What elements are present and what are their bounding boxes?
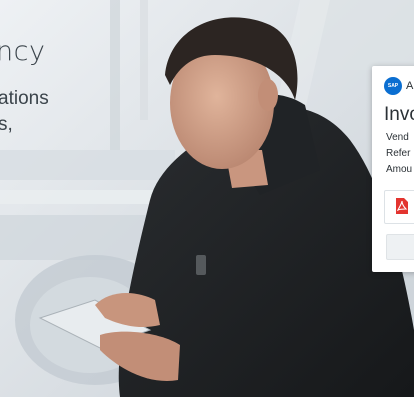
reference-label: Refer — [386, 148, 411, 159]
hero-subline-line-2: s, — [0, 114, 13, 135]
attachment-tile[interactable] — [384, 190, 414, 224]
vendor-label: Vend — [386, 132, 409, 143]
card-header: SAP A — [384, 77, 413, 95]
hero-photo — [0, 0, 414, 397]
hero-subline: ations s, — [0, 86, 49, 138]
card-title: Invo — [384, 104, 414, 125]
sap-logo-icon: SAP — [384, 77, 402, 95]
hero-subline-line-1: ations — [0, 88, 49, 109]
pdf-icon — [396, 198, 408, 214]
card-action-button[interactable] — [386, 234, 414, 260]
amount-label: Amou — [386, 164, 413, 175]
hero-banner: ncy ations s, SAP A Invo Vend Refer Amou — [0, 0, 414, 397]
card-app-name: A — [406, 80, 414, 92]
invoice-card[interactable]: SAP A Invo Vend Refer Amou — [372, 66, 414, 272]
hero-headline: ncy — [0, 36, 46, 67]
